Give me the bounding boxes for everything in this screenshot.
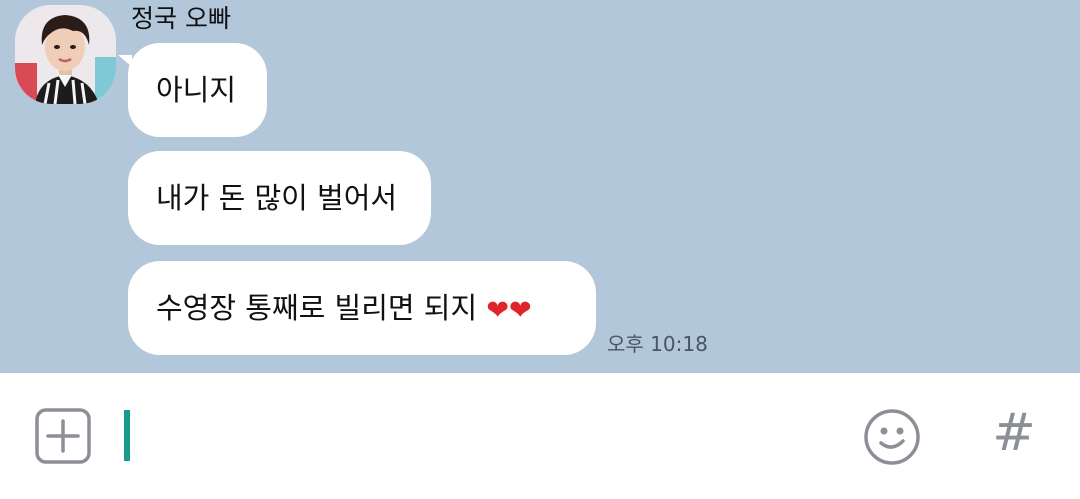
- sender-name: 정국 오빠: [131, 4, 231, 33]
- message-bubble[interactable]: 아니지: [118, 43, 267, 137]
- heart-emoji: ❤: [486, 295, 509, 326]
- message-bubble[interactable]: 내가 돈 많이 벌어서: [128, 151, 431, 245]
- attach-button[interactable]: [35, 408, 91, 464]
- hash-button[interactable]: #: [984, 403, 1044, 463]
- chat-area: 정국 오빠 아니지 내가 돈 많이 벌어서 수영장 통째로 빌리면 되지 ❤❤ …: [0, 0, 1080, 373]
- profile-avatar[interactable]: [15, 5, 116, 104]
- message-text: 수영장 통째로 빌리면 되지: [156, 291, 487, 325]
- message-text: 아니지: [156, 73, 237, 107]
- message-input[interactable]: [136, 403, 840, 471]
- emoticon-icon: [864, 409, 920, 465]
- message-timestamp: 오후 10:18: [607, 332, 708, 356]
- text-cursor: [124, 410, 130, 461]
- message-bubble[interactable]: 수영장 통째로 빌리면 되지 ❤❤: [128, 261, 596, 355]
- message-input-bar: #: [0, 373, 1080, 499]
- heart-emoji: ❤: [508, 295, 532, 326]
- profile-photo-image: [15, 5, 116, 104]
- plus-icon: [35, 408, 91, 464]
- message-text: 내가 돈 많이 벌어서: [156, 181, 398, 215]
- emoticon-button[interactable]: [862, 407, 922, 467]
